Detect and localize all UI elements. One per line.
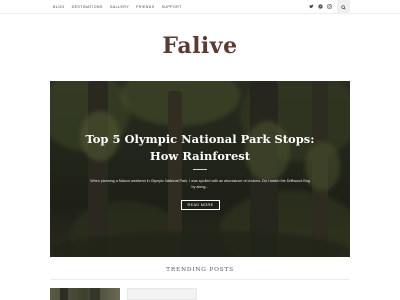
nav-item-friends[interactable]: FRIENDS	[136, 5, 155, 9]
twitter-icon[interactable]	[307, 4, 316, 10]
nav-item-blog[interactable]: BLOG	[53, 5, 65, 9]
trending-posts-heading: TRENDING POSTS	[166, 267, 234, 273]
hero-divider	[193, 169, 207, 170]
hero-title[interactable]: Top 5 Olympic National Park Stops: How R…	[0, 131, 400, 165]
trending-divider	[50, 279, 350, 280]
search-button[interactable]	[337, 0, 350, 14]
instagram-icon[interactable]	[325, 4, 334, 10]
main-nav: BLOG DESTINATIONS GALLERY FRIENDS SUPPOR…	[53, 0, 189, 14]
site-logo[interactable]: Falive	[0, 33, 400, 59]
pinterest-icon[interactable]	[316, 4, 325, 10]
read-more-button[interactable]: READ MORE	[181, 200, 220, 210]
hero-title-line-1: Top 5 Olympic National Park Stops:	[85, 132, 315, 146]
nav-item-support[interactable]: SUPPORT	[162, 5, 182, 9]
hero-title-line-2: How Rainforest	[149, 149, 251, 163]
top-bar: BLOG DESTINATIONS GALLERY FRIENDS SUPPOR…	[0, 0, 400, 14]
nav-item-gallery[interactable]: GALLERY	[110, 5, 129, 9]
trending-post-thumbnail[interactable]	[50, 288, 120, 300]
hero-excerpt: When planning a Mason weekend in Olympic…	[90, 179, 310, 189]
search-icon	[341, 4, 346, 10]
trending-post-thumbnail[interactable]	[127, 288, 197, 300]
nav-item-destinations[interactable]: DESTINATIONS	[72, 5, 103, 9]
social-links	[307, 0, 334, 14]
